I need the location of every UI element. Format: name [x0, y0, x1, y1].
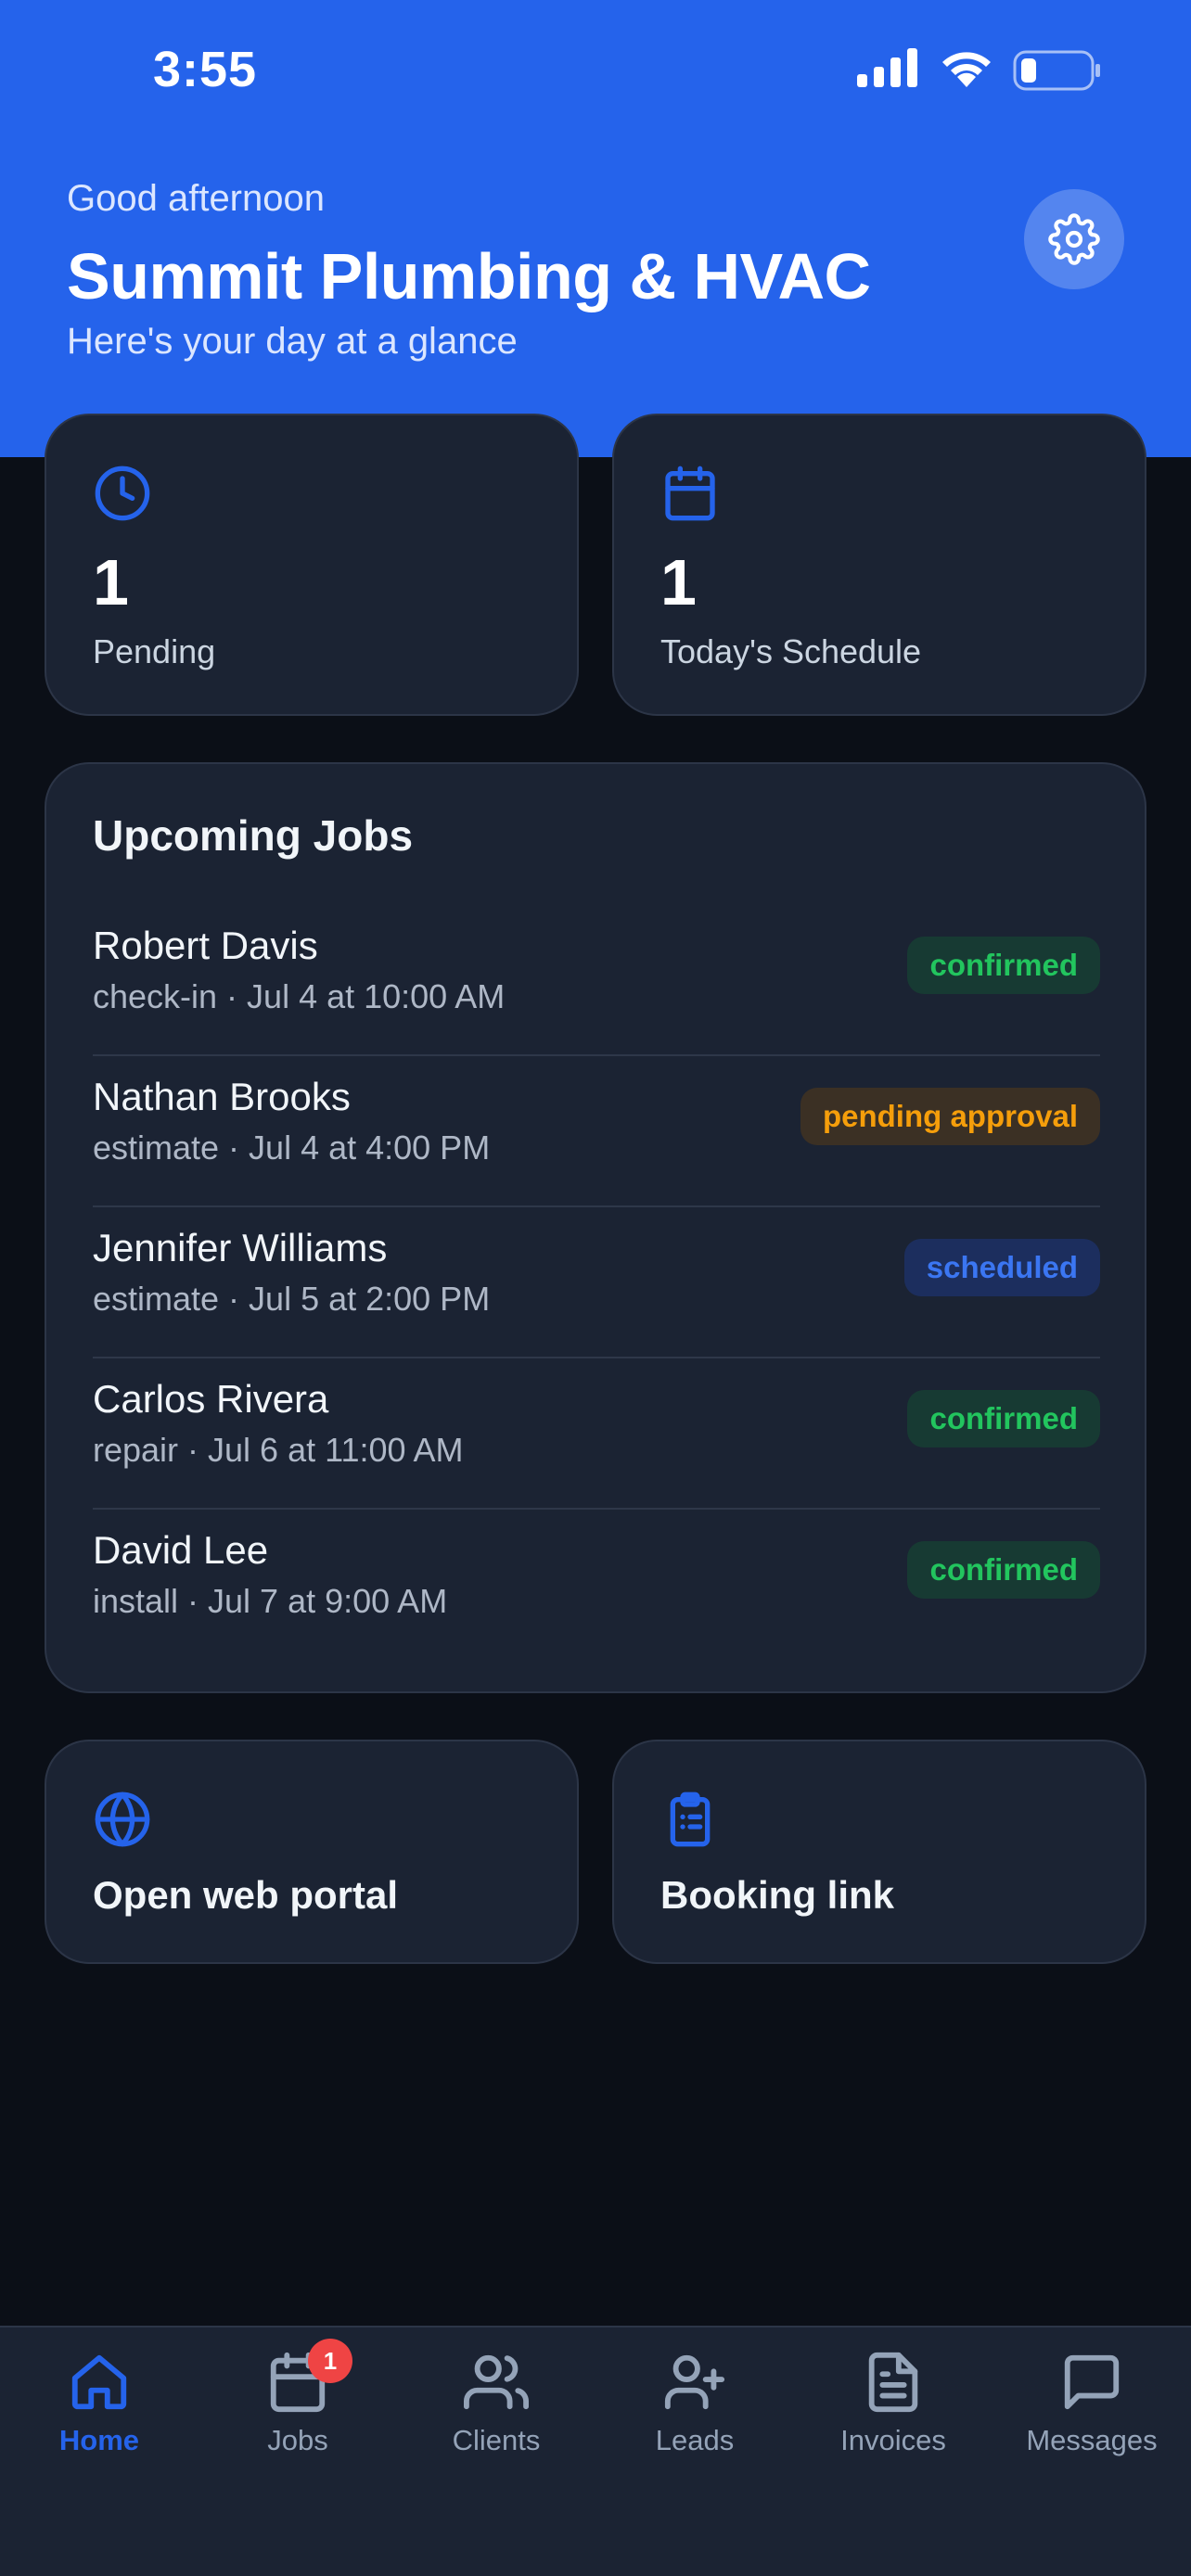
status-badge: scheduled	[903, 1239, 1100, 1296]
pending-stat-card[interactable]: 1 Pending	[45, 414, 579, 716]
schedule-count: 1	[660, 546, 697, 618]
upcoming-jobs-title: Upcoming Jobs	[93, 811, 414, 860]
signal-icon	[857, 48, 917, 87]
job-row[interactable]: Carlos Rivera repair · Jul 6 at 11:00 AM…	[93, 1358, 1100, 1510]
header: 3:55 Good afternoon Summit Plumbing & HV…	[0, 0, 1191, 457]
document-icon	[868, 2352, 918, 2413]
gear-icon	[1048, 213, 1100, 265]
schedule-label: Today's Schedule	[660, 632, 922, 670]
clock-icon	[95, 465, 150, 521]
job-client-name: David Lee	[93, 1528, 269, 1572]
business-name: Summit Plumbing & HVAC	[67, 240, 871, 312]
pending-label: Pending	[93, 632, 216, 670]
battery-icon	[1013, 50, 1100, 91]
settings-button[interactable]	[1024, 189, 1124, 289]
tab-leads[interactable]: Leads	[596, 2327, 794, 2504]
globe-icon	[95, 1792, 150, 1847]
tab-label: Invoices	[840, 2424, 946, 2456]
job-detail: estimate · Jul 4 at 4:00 PM	[93, 1129, 491, 1167]
job-detail: check-in · Jul 4 at 10:00 AM	[93, 977, 506, 1015]
open-web-portal-button[interactable]: Open web portal	[45, 1740, 579, 1964]
tab-clients[interactable]: Clients	[397, 2327, 596, 2504]
home-icon	[71, 2354, 127, 2410]
notification-badge: 1	[308, 2339, 352, 2383]
job-client-name: Robert Davis	[93, 924, 318, 967]
header-subtitle: Here's your day at a glance	[67, 321, 518, 362]
tab-label: Home	[58, 2424, 140, 2456]
job-row[interactable]: David Lee install · Jul 7 at 9:00 AM con…	[93, 1510, 1100, 1661]
tab-invoices[interactable]: Invoices	[794, 2327, 992, 2504]
chat-icon	[1064, 2354, 1120, 2410]
job-row[interactable]: Jennifer Williams estimate · Jul 5 at 2:…	[93, 1207, 1100, 1358]
job-row[interactable]: Nathan Brooks estimate · Jul 4 at 4:00 P…	[93, 1056, 1100, 1207]
upcoming-jobs-card: Upcoming Jobs Robert Davis check-in · Ju…	[45, 762, 1146, 1693]
booking-link-button[interactable]: Booking link	[612, 1740, 1146, 1964]
wifi-icon	[942, 52, 991, 87]
greeting: Good afternoon	[67, 178, 325, 219]
job-client-name: Jennifer Williams	[93, 1226, 388, 1269]
tab-label: Messages	[1026, 2424, 1158, 2456]
schedule-stat-card[interactable]: 1 Today's Schedule	[612, 414, 1146, 716]
booking-link-label: Booking link	[660, 1873, 894, 1917]
clipboard-icon	[670, 1792, 711, 1847]
job-detail: install · Jul 7 at 9:00 AM	[93, 1582, 448, 1620]
tab-messages[interactable]: Messages	[992, 2327, 1191, 2504]
calendar-icon	[665, 465, 715, 521]
tab-label: Clients	[452, 2424, 541, 2456]
job-client-name: Carlos Rivera	[93, 1377, 329, 1421]
tab-label: Leads	[655, 2424, 735, 2456]
status-badge: confirmed	[907, 1390, 1100, 1447]
status-bar: 3:55	[0, 0, 1191, 139]
status-badge: pending approval	[800, 1088, 1100, 1145]
job-row[interactable]: Robert Davis check-in · Jul 4 at 10:00 A…	[93, 905, 1100, 1056]
status-badge: confirmed	[907, 937, 1100, 994]
user-plus-icon	[664, 2354, 725, 2410]
job-client-name: Nathan Brooks	[93, 1075, 351, 1118]
tab-jobs[interactable]: 1 Jobs	[198, 2327, 397, 2504]
tab-home[interactable]: Home	[0, 2327, 198, 2504]
pending-count: 1	[93, 546, 129, 618]
status-time: 3:55	[153, 42, 258, 97]
job-detail: estimate · Jul 5 at 2:00 PM	[93, 1280, 491, 1318]
tab-label: Jobs	[267, 2424, 328, 2456]
status-badge: confirmed	[907, 1541, 1100, 1599]
users-icon	[464, 2354, 529, 2410]
tab-bar: Home 1 Jobs Clients Leads Invoices Messa…	[0, 2326, 1191, 2576]
open-web-portal-label: Open web portal	[93, 1873, 399, 1917]
job-detail: repair · Jul 6 at 11:00 AM	[93, 1431, 464, 1469]
